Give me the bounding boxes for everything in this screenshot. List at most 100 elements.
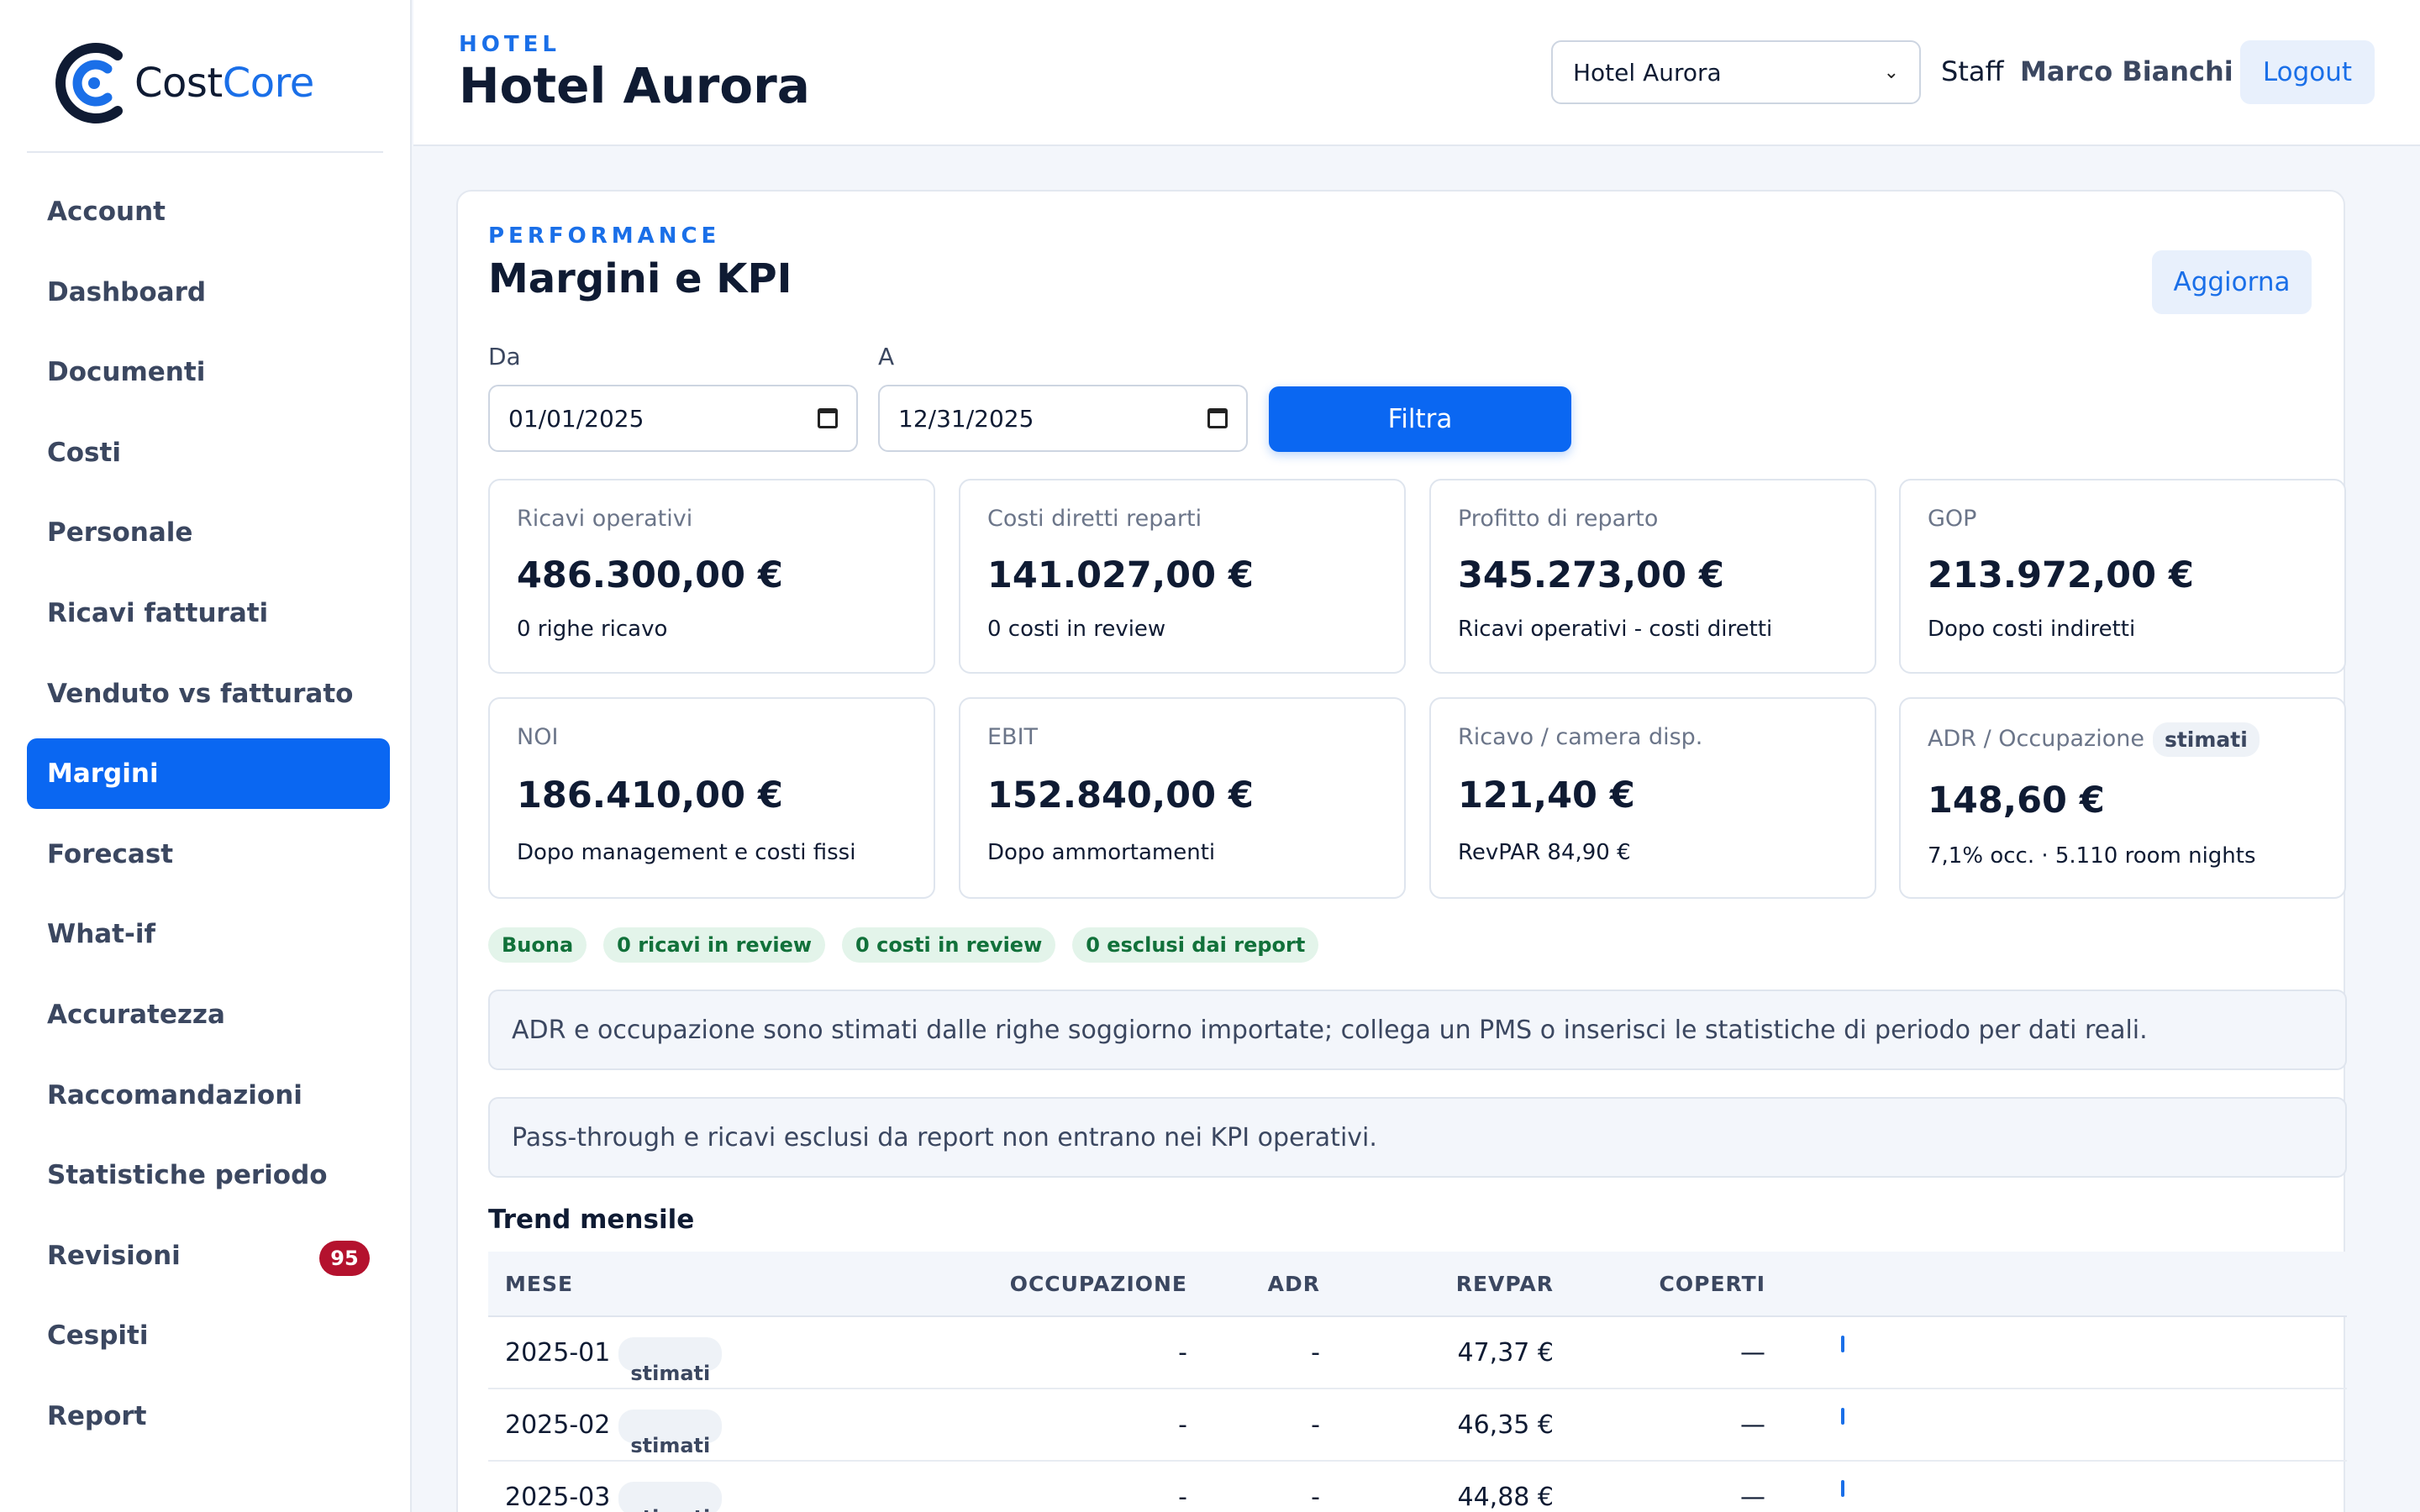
sidebar-item-statistiche-periodo[interactable]: Statistiche periodo — [27, 1140, 390, 1210]
kpi-gop: GOP 213.972,00 € Dopo costi indiretti — [1899, 479, 2346, 674]
kpi-sub: Ricavi operativi - costi diretti — [1458, 617, 1773, 642]
sidebar-item-report[interactable]: Report — [27, 1381, 390, 1452]
brand-name-part2: Core — [222, 60, 315, 107]
sidebar-item-label: What-if — [47, 919, 155, 950]
costcore-logo-icon — [55, 43, 123, 123]
kpi-label: GOP — [1928, 506, 1977, 532]
stimati-badge: stimati — [618, 1409, 723, 1457]
trend-bar-mark — [1841, 1480, 1844, 1497]
cell-occupazione: - — [1178, 1338, 1187, 1368]
kpi-value: 186.410,00 € — [517, 774, 783, 816]
status-badge: 0 costi in review — [842, 927, 1056, 963]
cell-revpar: 47,37 € — [1457, 1338, 1554, 1368]
sidebar-item-label: Ricavi fatturati — [47, 597, 269, 628]
sidebar-item-label: Forecast — [47, 838, 174, 869]
sidebar-item-personale[interactable]: Personale — [27, 497, 390, 568]
stimati-badge: stimati — [618, 1336, 723, 1385]
sidebar-item-label: Revisioni — [47, 1240, 181, 1271]
kpi-value: 152.840,00 € — [987, 774, 1254, 816]
sidebar-item-dashboard[interactable]: Dashboard — [27, 257, 390, 328]
table-row: 2025-02stimati - - 46,35 € — — [488, 1389, 2347, 1462]
sidebar-item-documenti[interactable]: Documenti — [27, 337, 390, 407]
sidebar-item-revisioni[interactable]: Revisioni 95 — [27, 1221, 390, 1291]
from-date-input[interactable]: 01/01/2025 — [488, 385, 858, 452]
to-date-label: A — [878, 343, 895, 370]
cell-occupazione: - — [1178, 1410, 1187, 1440]
sidebar-item-what-if[interactable]: What-if — [27, 899, 390, 969]
brand-name: CostCore — [134, 60, 314, 107]
user-name: Marco Bianchi — [2020, 55, 2233, 87]
brand-name-part1: Cost — [134, 60, 223, 107]
calendar-icon[interactable] — [1207, 408, 1228, 428]
info-note-pass-through: Pass-through e ricavi esclusi da report … — [488, 1097, 2347, 1178]
cell-mese-value: 2025-03 — [505, 1483, 611, 1512]
to-date-input[interactable]: 12/31/2025 — [878, 385, 1248, 452]
sidebar-item-ricavi-fatturati[interactable]: Ricavi fatturati — [27, 578, 390, 648]
column-header-revpar: REVPAR — [1455, 1272, 1554, 1296]
cell-revpar: 44,88 € — [1457, 1483, 1554, 1512]
logout-button[interactable]: Logout — [2240, 40, 2375, 104]
kpi-sub: 0 costi in review — [987, 617, 1166, 642]
sidebar-item-label: Cespiti — [47, 1320, 149, 1352]
sidebar-item-costi[interactable]: Costi — [27, 417, 390, 488]
sidebar-item-label: Accuratezza — [47, 999, 225, 1030]
stimati-badge: stimati — [618, 1481, 723, 1512]
cell-adr: - — [1311, 1483, 1320, 1512]
column-header-mese: MESE — [505, 1272, 574, 1296]
kpi-label: Profitto di reparto — [1458, 506, 1659, 532]
kpi-value: 148,60 € — [1928, 780, 2105, 822]
kpi-sub: 7,1% occ. · 5.110 room nights — [1928, 843, 2256, 869]
cell-coperti: — — [1740, 1410, 1765, 1440]
kpi-label: Ricavo / camera disp. — [1458, 724, 1703, 750]
kpi-costi-diretti: Costi diretti reparti 141.027,00 € 0 cos… — [959, 479, 1406, 674]
sidebar-item-label: Report — [47, 1400, 147, 1431]
kpi-label: ADR / Occupazione — [1928, 726, 2144, 752]
header-eyebrow: HOTEL — [459, 32, 560, 57]
column-header-adr: ADR — [1267, 1272, 1320, 1296]
cell-mese: 2025-03stimati — [505, 1462, 723, 1512]
kpi-adr-occupazione: ADR / Occupazione stimati 148,60 € 7,1% o… — [1899, 697, 2346, 899]
status-pills: Buona 0 ricavi in review 0 costi in revi… — [488, 927, 1319, 963]
kpi-label-wrap: ADR / Occupazione stimati — [1928, 722, 2260, 757]
calendar-icon[interactable] — [818, 408, 838, 428]
cell-adr: - — [1311, 1338, 1320, 1368]
sidebar-item-label: Venduto vs fatturato — [47, 678, 354, 709]
card-title: Margini e KPI — [488, 255, 792, 302]
sidebar-item-label: Dashboard — [47, 276, 207, 307]
sidebar-item-label: Margini — [47, 759, 159, 790]
kpi-sub: RevPAR 84,90 € — [1458, 840, 1631, 865]
cell-coperti: — — [1740, 1338, 1765, 1368]
trend-bar-mark — [1841, 1408, 1844, 1425]
info-note-adr: ADR e occupazione sono stimati dalle rig… — [488, 990, 2347, 1070]
status-badge: Buona — [488, 927, 587, 963]
refresh-button[interactable]: Aggiorna — [2152, 250, 2312, 314]
hotel-select[interactable]: Hotel Aurora ⌄ — [1551, 40, 1921, 104]
stimati-badge: stimati — [2152, 722, 2260, 757]
sidebar-item-margini[interactable]: Margini — [27, 738, 390, 810]
kpi-sub: Dopo management e costi fissi — [517, 840, 856, 865]
sidebar-nav: Account Dashboard Documenti Costi Person… — [27, 176, 390, 1462]
kpi-profitto-reparto: Profitto di reparto 345.273,00 € Ricavi … — [1429, 479, 1876, 674]
kpi-value: 486.300,00 € — [517, 554, 783, 596]
kpi-ricavo-camera: Ricavo / camera disp. 121,40 € RevPAR 84… — [1429, 697, 1876, 899]
kpi-value: 121,40 € — [1458, 774, 1635, 816]
cell-coperti: — — [1740, 1483, 1765, 1512]
column-header-occupazione: OCCUPAZIONE — [1009, 1272, 1187, 1296]
chevron-down-icon: ⌄ — [1883, 61, 1899, 83]
sidebar: CostCore Account Dashboard Documenti Cos… — [0, 0, 412, 1512]
sidebar-item-venduto-vs-fatturato[interactable]: Venduto vs fatturato — [27, 659, 390, 729]
filter-button[interactable]: Filtra — [1269, 386, 1571, 452]
brand-logo[interactable]: CostCore — [50, 37, 314, 129]
sidebar-item-account[interactable]: Account — [27, 176, 390, 247]
sidebar-item-label: Raccomandazioni — [47, 1079, 302, 1110]
kpi-label: EBIT — [987, 724, 1039, 750]
trend-table: MESE OCCUPAZIONE ADR REVPAR COPERTI 2025… — [488, 1252, 2347, 1512]
sidebar-item-raccomandazioni[interactable]: Raccomandazioni — [27, 1060, 390, 1131]
sidebar-item-accuratezza[interactable]: Accuratezza — [27, 979, 390, 1050]
sidebar-item-label: Documenti — [47, 357, 206, 388]
kpi-label: Ricavi operativi — [517, 506, 693, 532]
sidebar-item-cespiti[interactable]: Cespiti — [27, 1300, 390, 1371]
sidebar-item-forecast[interactable]: Forecast — [27, 819, 390, 890]
kpi-sub: 0 righe ricavo — [517, 617, 668, 642]
kpi-label: Costi diretti reparti — [987, 506, 1202, 532]
